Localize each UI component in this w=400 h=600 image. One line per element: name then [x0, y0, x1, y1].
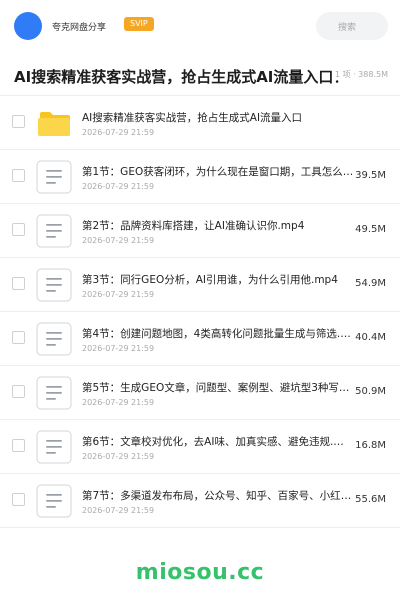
file-name[interactable]: 第3节：同行GEO分析，AI引用谁，为什么引用他.mp4 [82, 272, 354, 287]
watermark: miosou.cc [135, 560, 265, 585]
file-row[interactable]: 第5节：生成GEO文章，问题型、案例型、避坑型3种写法.mp4 2026-07-2… [0, 366, 400, 420]
file-date: 2026-07-29 21:59 [82, 506, 155, 515]
row-checkbox[interactable] [12, 385, 25, 398]
file-name[interactable]: 第5节：生成GEO文章，问题型、案例型、避坑型3种写法.mp4 [82, 380, 354, 395]
row-checkbox[interactable] [12, 223, 25, 236]
document-icon [36, 322, 72, 356]
search-input[interactable]: 搜索 [316, 12, 388, 40]
file-name[interactable]: 第7节：多渠道发布布局，公众号、知乎、百家号、小红书.mp4 [82, 488, 354, 503]
file-name[interactable]: 第2节：品牌资料库搭建，让AI准确认识你.mp4 [82, 218, 354, 233]
file-size: 16.8M [355, 440, 386, 451]
file-row[interactable]: 第1节：GEO获客闭环，为什么现在是窗口期，工具怎么选.mp4 2026-07-2… [0, 150, 400, 204]
footer: miosou.cc [0, 548, 400, 600]
file-list: AI搜索精准获客实战营，抢占生成式AI流量入口 2026-07-29 21:59 第… [0, 96, 400, 528]
avatar[interactable] [14, 12, 42, 40]
owner-name: 夸克网盘分享 [52, 23, 107, 33]
file-date: 2026-07-29 21:59 [82, 236, 155, 245]
file-row[interactable]: 第2节：品牌资料库搭建，让AI准确认识你.mp4 2026-07-29 21:59… [0, 204, 400, 258]
search-placeholder: 搜索 [338, 23, 357, 33]
file-size: 50.9M [355, 386, 386, 397]
file-row[interactable]: 第7节：多渠道发布布局，公众号、知乎、百家号、小红书.mp4 2026-07-29… [0, 474, 400, 528]
row-checkbox[interactable] [12, 439, 25, 452]
file-date: 2026-07-29 21:59 [82, 128, 155, 137]
row-checkbox[interactable] [12, 277, 25, 290]
file-row[interactable]: 第4节：创建问题地图，4类高转化问题批量生成与筛选.mp4 2026-07-29 … [0, 312, 400, 366]
file-row[interactable]: 第6节：文章校对优化，去AI味、加真实感、避免违规.mp4 2026-07-29 … [0, 420, 400, 474]
document-icon [36, 430, 72, 464]
file-date: 2026-07-29 21:59 [82, 182, 155, 191]
file-date: 2026-07-29 21:59 [82, 398, 155, 407]
share-header: AI搜索精准获客实战营，抢占生成式AI流量入口！ 1 项 · 388.5M [0, 52, 400, 96]
file-name[interactable]: AI搜索精准获客实战营，抢占生成式AI流量入口 [82, 110, 382, 125]
file-size: 49.5M [355, 224, 386, 235]
file-size: 39.5M [355, 170, 386, 181]
file-name[interactable]: 第6节：文章校对优化，去AI味、加真实感、避免违规.mp4 [82, 434, 354, 449]
document-icon [36, 376, 72, 410]
file-date: 2026-07-29 21:59 [82, 452, 155, 461]
row-checkbox[interactable] [12, 493, 25, 506]
row-checkbox[interactable] [12, 115, 25, 128]
row-checkbox[interactable] [12, 331, 25, 344]
file-name[interactable]: 第1节：GEO获客闭环，为什么现在是窗口期，工具怎么选.mp4 [82, 164, 354, 179]
file-date: 2026-07-29 21:59 [82, 344, 155, 353]
top-bar: 夸克网盘分享 SVIP 搜索 [0, 0, 400, 52]
row-checkbox[interactable] [12, 169, 25, 182]
file-list-card: AI搜索精准获客实战营，抢占生成式AI流量入口！ 1 项 · 388.5M AI… [0, 52, 400, 548]
document-icon [36, 160, 72, 194]
share-page: 夸克网盘分享 SVIP 搜索 AI搜索精准获客实战营，抢占生成式AI流量入口！ … [0, 0, 400, 600]
share-meta: 1 项 · 388.5M [332, 69, 388, 80]
document-icon [36, 268, 72, 302]
file-date: 2026-07-29 21:59 [82, 290, 155, 299]
folder-row[interactable]: AI搜索精准获客实战营，抢占生成式AI流量入口 2026-07-29 21:59 [0, 96, 400, 150]
document-icon [36, 484, 72, 518]
file-size: 54.9M [355, 278, 386, 289]
file-name[interactable]: 第4节：创建问题地图，4类高转化问题批量生成与筛选.mp4 [82, 326, 354, 341]
folder-icon [36, 106, 72, 140]
document-icon [36, 214, 72, 248]
page-title: AI搜索精准获客实战营，抢占生成式AI流量入口！ [14, 68, 349, 86]
file-size: 40.4M [355, 332, 386, 343]
file-row[interactable]: 第3节：同行GEO分析，AI引用谁，为什么引用他.mp4 2026-07-29 2… [0, 258, 400, 312]
svip-badge: SVIP [124, 17, 154, 31]
file-size: 55.6M [355, 494, 386, 505]
